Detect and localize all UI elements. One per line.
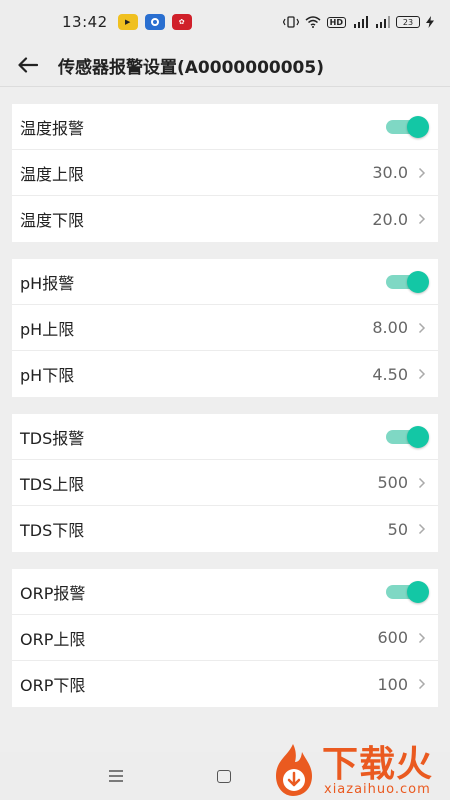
tds-upper-value: 500 (377, 473, 408, 492)
orp-alarm-label: ORP报警 (20, 583, 86, 603)
temperature-upper-label: 温度上限 (20, 164, 85, 184)
orp-alarm-row: ORP报警 (12, 569, 438, 615)
ph-lower-value: 4.50 (372, 364, 408, 384)
signal-icon-1 (354, 16, 368, 28)
page-title: 传感器报警设置(A0000000005) (58, 57, 324, 78)
chevron-right-icon (418, 522, 428, 536)
tds-upper-label: TDS上限 (20, 474, 85, 494)
chevron-right-icon (418, 476, 428, 490)
temperature-upper-value: 30.0 (372, 163, 408, 182)
ph-alarm-label: pH报警 (20, 273, 75, 293)
tds-alarm-label: TDS报警 (20, 428, 85, 448)
back-button[interactable] (4, 44, 52, 86)
tds-lower-label: TDS下限 (20, 521, 85, 540)
tds-lower-row[interactable]: TDS下限 50 (12, 506, 438, 552)
chevron-right-icon (418, 321, 428, 335)
back-arrow-icon (18, 57, 38, 73)
status-bar: 13:42 ▶ ✿ HD 23 (0, 0, 450, 44)
temperature-lower-value: 20.0 (372, 209, 408, 229)
hd-badge: HD (326, 16, 346, 28)
orp-upper-row[interactable]: ORP上限 600 (12, 615, 438, 661)
menu-icon[interactable] (108, 770, 124, 782)
watermark-title: 下载火 (322, 744, 434, 785)
tds-alarm-row: TDS报警 (12, 414, 438, 460)
orp-lower-row[interactable]: ORP下限 100 (12, 661, 438, 707)
ph-upper-label: pH上限 (20, 319, 75, 339)
ph-upper-value: 8.00 (372, 318, 408, 337)
orp-upper-value: 600 (377, 628, 408, 647)
battery-indicator: 23 (396, 16, 420, 28)
temperature-group: 温度报警 温度上限 30.0 温度下限 20.0 (12, 104, 438, 242)
app-bar: 传感器报警设置(A0000000005) (0, 44, 450, 86)
chevron-right-icon (418, 631, 428, 645)
orp-lower-value: 100 (377, 674, 408, 694)
temperature-alarm-toggle[interactable] (386, 115, 429, 138)
ph-lower-row[interactable]: pH下限 4.50 (12, 351, 438, 397)
orp-lower-label: ORP下限 (20, 676, 86, 695)
home-button[interactable] (217, 770, 231, 783)
map-app-icon: ✿ (171, 14, 192, 30)
signal-icon-2 (376, 16, 390, 28)
tds-upper-row[interactable]: TDS上限 500 (12, 460, 438, 506)
chevron-right-icon (418, 677, 428, 691)
tds-lower-value: 50 (387, 519, 408, 539)
temperature-upper-row[interactable]: 温度上限 30.0 (12, 150, 438, 196)
temperature-alarm-label: 温度报警 (20, 118, 85, 138)
video-app-icon: ▶ (117, 14, 138, 30)
tds-alarm-toggle[interactable] (386, 425, 429, 448)
settings-list: 温度报警 温度上限 30.0 温度下限 20.0 pH报警 pH上限 8.00 … (0, 87, 450, 707)
ph-alarm-toggle[interactable] (386, 270, 429, 293)
ph-lower-label: pH下限 (20, 366, 75, 385)
flame-logo-icon (276, 744, 312, 796)
tds-group: TDS报警 TDS上限 500 TDS下限 50 (12, 414, 438, 552)
status-time: 13:42 (62, 13, 108, 31)
chevron-right-icon (418, 367, 428, 381)
wifi-icon (305, 16, 321, 28)
temperature-alarm-row: 温度报警 (12, 104, 438, 150)
orp-upper-label: ORP上限 (20, 629, 86, 649)
ph-alarm-row: pH报警 (12, 259, 438, 305)
watermark-logo: 下载火 xiazaihuo.com (268, 740, 450, 800)
browser-app-icon (144, 14, 165, 30)
orp-group: ORP报警 ORP上限 600 ORP下限 100 (12, 569, 438, 707)
chevron-right-icon (418, 166, 428, 180)
temperature-lower-label: 温度下限 (20, 211, 85, 230)
status-indicators: HD 23 (282, 16, 434, 28)
ph-group: pH报警 pH上限 8.00 pH下限 4.50 (12, 259, 438, 397)
orp-alarm-toggle[interactable] (386, 580, 429, 603)
temperature-lower-row[interactable]: 温度下限 20.0 (12, 196, 438, 242)
watermark-subtitle: xiazaihuo.com (324, 782, 431, 797)
charging-icon (426, 16, 434, 28)
ph-upper-row[interactable]: pH上限 8.00 (12, 305, 438, 351)
chevron-right-icon (418, 212, 428, 226)
vibrate-icon (282, 16, 299, 28)
